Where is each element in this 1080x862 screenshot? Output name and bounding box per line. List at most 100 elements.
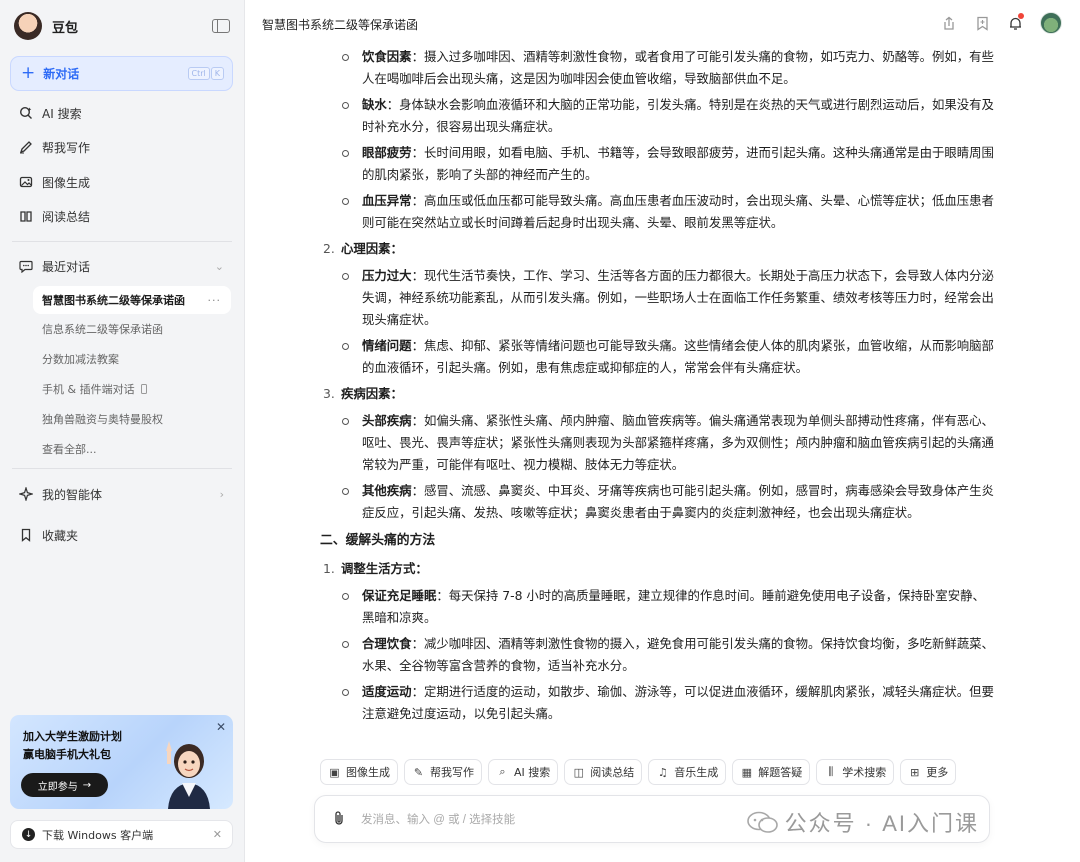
history-item[interactable]: 独角兽融资与奥特曼股权 bbox=[33, 405, 231, 433]
term: 饮食因素 bbox=[362, 49, 412, 64]
view-all-link[interactable]: 查看全部... bbox=[33, 435, 231, 463]
user-avatar[interactable] bbox=[1040, 12, 1062, 34]
new-chat-label: 新对话 bbox=[43, 67, 80, 81]
desc: ：焦虑、抑郁、紧张等情绪问题也可能导致头痛。这些情绪会使人体的肌肉紧张，血管收缩… bbox=[362, 338, 994, 375]
tool-label: 解题答疑 bbox=[758, 766, 803, 779]
chevron-right-icon: › bbox=[219, 487, 224, 501]
image-icon: ▣ bbox=[329, 765, 340, 779]
pen-icon: ✎ bbox=[413, 765, 424, 779]
sparkle-icon bbox=[18, 486, 34, 502]
list-number: 3. bbox=[323, 386, 335, 401]
history-item-label: 智慧图书系统二级等保承诺函 bbox=[42, 294, 185, 307]
message-input[interactable] bbox=[361, 810, 741, 830]
list-item: 合理饮食：减少咖啡因、酒精等刺激性食物的摄入，避免食用可能引发头痛的食物。保持饮… bbox=[320, 633, 996, 677]
desc: ：定期进行适度的运动，如散步、瑜伽、游泳等，可以促进血液循环，缓解肌肉紧张，减轻… bbox=[362, 684, 994, 721]
promo-title: 加入大学生激励计划 bbox=[23, 730, 122, 743]
recent-chats-header[interactable]: 最近对话 ⌄ bbox=[18, 254, 228, 278]
watermark-text: 公众号 · AI入门课 bbox=[784, 811, 979, 836]
plus-icon: + bbox=[21, 63, 36, 83]
list-number: 1. bbox=[323, 561, 335, 576]
heading-label: 疾病因素： bbox=[341, 386, 403, 401]
history-item-label: 独角兽融资与奥特曼股权 bbox=[42, 413, 163, 426]
phone-icon bbox=[140, 384, 147, 394]
tool-problem-solving[interactable]: ▦ 解题答疑 bbox=[732, 759, 811, 785]
list-item: 血压异常：高血压或低血压都可能导致头痛。高血压患者血压波动时，会出现头痛、头晕、… bbox=[320, 190, 996, 234]
list-item: 头部疾病：如偏头痛、紧张性头痛、颅内肿瘤、脑血管疾病等。偏头痛通常表现为单侧头部… bbox=[320, 410, 996, 476]
desc: ：减少咖啡因、酒精等刺激性食物的摄入，避免食用可能引发头痛的食物。保持饮食均衡，… bbox=[362, 636, 994, 673]
sidebar-toggle-icon[interactable] bbox=[212, 19, 230, 33]
term: 压力过大 bbox=[362, 268, 412, 283]
bookmark-icon bbox=[18, 527, 34, 543]
download-client-button[interactable]: ↓ 下载 Windows 客户端 ✕ bbox=[10, 820, 233, 849]
nav-read-summary[interactable]: 阅读总结 bbox=[18, 204, 228, 228]
bullet-list: 压力过大：现代生活节奏快，工作、学习、生活等各方面的压力都很大。长期处于高压力状… bbox=[320, 265, 996, 379]
nav-ai-search[interactable]: AI 搜索 bbox=[18, 101, 228, 125]
history-item-label: 信息系统二级等保承诺函 bbox=[42, 323, 163, 336]
share-icon[interactable] bbox=[941, 15, 957, 31]
watermark: 公众号 · AI入门课 bbox=[746, 806, 979, 838]
nav-image-gen[interactable]: 图像生成 bbox=[18, 170, 228, 194]
nav-label: 帮我写作 bbox=[42, 140, 91, 155]
nav-label: AI 搜索 bbox=[42, 106, 82, 121]
bullet-list: 保证充足睡眠：每天保持 7-8 小时的高质量睡眠，建立规律的作息时间。睡前避免使… bbox=[320, 585, 996, 725]
new-chat-button[interactable]: + 新对话 Ctrl K bbox=[10, 56, 233, 91]
close-icon[interactable]: ✕ bbox=[213, 828, 222, 841]
desc: ：长时间用眼，如看电脑、手机、书籍等，会导致眼部疲劳，进而引起头痛。这种头痛通常… bbox=[362, 145, 994, 182]
numbered-heading: 3. 疾病因素： bbox=[320, 383, 996, 405]
desc: ：摄入过多咖啡因、酒精等刺激性食物，或者食用了可能引发头痛的食物，如巧克力、奶酪… bbox=[362, 49, 994, 86]
bookmark-add-icon[interactable] bbox=[974, 15, 990, 31]
desc: ：现代生活节奏快，工作、学习、生活等各方面的压力都很大。长期处于高压力状态下，会… bbox=[362, 268, 994, 327]
history-item[interactable]: 分数加减法教案 bbox=[33, 345, 231, 373]
tool-label: 帮我写作 bbox=[430, 766, 474, 779]
list-item: 其他疾病：感冒、流感、鼻窦炎、中耳炎、牙痛等疾病也可能引起头痛。例如，感冒时，病… bbox=[320, 480, 996, 524]
tool-academic-search[interactable]: ⫼ 学术搜索 bbox=[816, 759, 895, 785]
music-icon: ♫ bbox=[657, 765, 668, 779]
tool-ai-search[interactable]: ⌕ AI 搜索 bbox=[488, 759, 559, 785]
tool-label: 更多 bbox=[926, 766, 949, 779]
desc: ：高血压或低血压都可能导致头痛。高血压患者血压波动时，会出现头痛、头晕、心慌等症… bbox=[362, 193, 994, 230]
heading-label: 调整生活方式： bbox=[341, 561, 428, 576]
pen-icon bbox=[18, 139, 34, 155]
grid-icon: ⊞ bbox=[910, 765, 920, 779]
nav-help-write[interactable]: 帮我写作 bbox=[18, 135, 228, 159]
skill-toolbar: ▣ 图像生成 ✎ 帮我写作 ⌕ AI 搜索 ◫ 阅读总结 ♫ 音乐生成 ▦ 解题答疑 ⫼ 学术… bbox=[320, 759, 1000, 785]
history-item[interactable]: 手机 & 插件端对话 bbox=[33, 375, 231, 403]
tool-read-summary[interactable]: ◫ 阅读总结 bbox=[564, 759, 643, 785]
sidebar: 豆包 + 新对话 Ctrl K AI 搜索 帮我写作 图像生成 阅读总结 最近对… bbox=[0, 0, 245, 862]
term: 适度运动 bbox=[362, 684, 412, 699]
ai-search-icon bbox=[18, 105, 34, 121]
more-options-icon[interactable]: ··· bbox=[208, 294, 222, 307]
shortcut-key-k: K bbox=[210, 67, 224, 80]
desc: ：如偏头痛、紧张性头痛、颅内肿瘤、脑血管疾病等。偏头痛通常表现为单侧头部搏动性疼… bbox=[362, 413, 994, 472]
top-bar: 智慧图书系统二级等保承诺函 bbox=[246, 0, 1080, 48]
list-number: 2. bbox=[323, 241, 335, 256]
term: 头部疾病 bbox=[362, 413, 412, 428]
download-label: 下载 Windows 客户端 bbox=[42, 828, 154, 842]
chevron-down-icon: ⌄ bbox=[214, 259, 224, 273]
favorites-label: 收藏夹 bbox=[42, 528, 79, 543]
numbered-heading: 2. 心理因素： bbox=[320, 238, 996, 260]
list-item: 饮食因素：摄入过多咖啡因、酒精等刺激性食物，或者食用了可能引发头痛的食物，如巧克… bbox=[320, 46, 996, 90]
tool-help-write[interactable]: ✎ 帮我写作 bbox=[404, 759, 482, 785]
history-item[interactable]: 信息系统二级等保承诺函 bbox=[33, 315, 231, 343]
tool-label: 图像生成 bbox=[346, 766, 390, 779]
term: 血压异常 bbox=[362, 193, 412, 208]
notification-bell-icon[interactable] bbox=[1007, 13, 1024, 31]
tool-more[interactable]: ⊞ 更多 bbox=[900, 759, 957, 785]
history-item-active[interactable]: 智慧图书系统二级等保承诺函 ··· bbox=[33, 286, 231, 314]
desc: ：身体缺水会影响血液循环和大脑的正常功能，引发头痛。特别是在炎热的天气或进行剧烈… bbox=[362, 97, 994, 134]
numbered-heading: 1. 调整生活方式： bbox=[320, 558, 996, 580]
promo-banner[interactable]: 加入大学生激励计划 赢电脑手机大礼包 立即参与 → ✕ bbox=[10, 715, 233, 809]
tool-image-gen[interactable]: ▣ 图像生成 bbox=[320, 759, 398, 785]
promo-join-button[interactable]: 立即参与 → bbox=[21, 773, 108, 797]
list-item: 情绪问题：焦虑、抑郁、紧张等情绪问题也可能导致头痛。这些情绪会使人体的肌肉紧张，… bbox=[320, 335, 996, 379]
my-agents[interactable]: 我的智能体 › bbox=[18, 482, 228, 506]
list-item: 缺水：身体缺水会影响血液循环和大脑的正常功能，引发头痛。特别是在炎热的天气或进行… bbox=[320, 94, 996, 138]
favorites[interactable]: 收藏夹 bbox=[18, 523, 228, 547]
message-composer: 公众号 · AI入门课 bbox=[314, 795, 990, 843]
tool-music-gen[interactable]: ♫ 音乐生成 bbox=[648, 759, 727, 785]
shortcut-key-ctrl: Ctrl bbox=[187, 67, 210, 80]
attachment-icon[interactable] bbox=[333, 810, 345, 830]
list-item: 眼部疲劳：长时间用眼，如看电脑、手机、书籍等，会导致眼部疲劳，进而引起头痛。这种… bbox=[320, 142, 996, 186]
ai-search-icon: ⌕ bbox=[499, 765, 506, 778]
